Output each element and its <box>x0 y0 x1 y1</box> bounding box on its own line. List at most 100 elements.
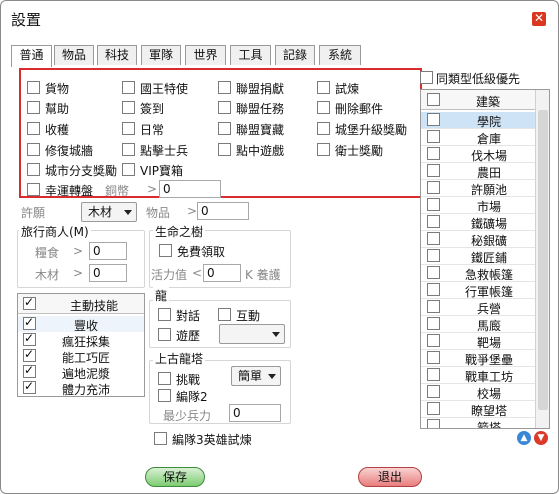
task-checkbox[interactable] <box>218 101 231 114</box>
min-power-input[interactable]: 0 <box>229 404 281 422</box>
building-row[interactable]: 倉庫 <box>421 129 535 146</box>
building-row[interactable]: 伐木場 <box>421 146 535 163</box>
close-button[interactable]: ✕ <box>532 12 546 26</box>
lucky-wheel-checkbox[interactable] <box>27 183 40 196</box>
free-claim-checkbox[interactable] <box>159 244 172 257</box>
skill-row[interactable]: 體力充沛 <box>18 379 144 397</box>
exit-button[interactable]: 退出 <box>358 467 422 487</box>
building-checkbox[interactable] <box>427 334 440 347</box>
building-row[interactable]: 鐵礦場 <box>421 214 535 231</box>
tower-team2-checkbox[interactable] <box>158 389 171 402</box>
task-checkbox[interactable] <box>317 143 330 156</box>
building-row[interactable]: 瞭望塔 <box>421 401 535 418</box>
food-amount-input[interactable]: 0 <box>89 242 127 260</box>
building-checkbox[interactable] <box>427 419 440 428</box>
building-row[interactable]: 市場 <box>421 197 535 214</box>
skill-row[interactable]: 遍地泥漿 <box>18 363 144 381</box>
building-row[interactable]: 兵營 <box>421 299 535 316</box>
dragon-talk-checkbox[interactable] <box>158 308 171 321</box>
task-checkbox[interactable] <box>317 122 330 135</box>
low-level-priority-checkbox[interactable] <box>420 71 433 84</box>
building-row[interactable]: 學院 <box>421 112 535 129</box>
building-row[interactable]: 戰爭堡壘 <box>421 350 535 367</box>
tab-army[interactable]: 軍隊 <box>141 45 181 65</box>
move-up-button[interactable]: ▲ <box>517 431 531 445</box>
dragon-travel-select[interactable] <box>219 324 285 344</box>
building-row[interactable]: 靶場 <box>421 333 535 350</box>
task-checkbox[interactable] <box>317 81 330 94</box>
task-checkbox[interactable] <box>27 122 40 135</box>
buildings-select-all-checkbox[interactable] <box>427 93 440 106</box>
wood-amount-input[interactable]: 0 <box>89 264 127 282</box>
scrollbar-thumb[interactable] <box>538 110 548 410</box>
building-checkbox[interactable] <box>427 300 440 313</box>
building-checkbox[interactable] <box>427 147 440 160</box>
skill-row[interactable]: 能工巧匠 <box>18 347 144 365</box>
wish-resource-select[interactable]: 木材 <box>81 202 137 222</box>
tab-world[interactable]: 世界 <box>185 45 226 65</box>
task-checkbox[interactable] <box>27 143 40 156</box>
tab-items[interactable]: 物品 <box>54 45 94 65</box>
building-row[interactable]: 秘銀礦 <box>421 231 535 248</box>
tab-tech[interactable]: 科技 <box>97 45 137 65</box>
task-checkbox[interactable] <box>317 101 330 114</box>
skill-checkbox[interactable] <box>23 363 36 378</box>
task-checkbox[interactable] <box>122 163 135 176</box>
task-checkbox[interactable] <box>27 81 40 94</box>
building-row[interactable]: 行軍帳篷 <box>421 282 535 299</box>
task-checkbox[interactable] <box>218 143 231 156</box>
building-row[interactable]: 農田 <box>421 163 535 180</box>
hero-trial-checkbox[interactable] <box>154 432 167 445</box>
task-checkbox[interactable] <box>27 101 40 114</box>
tower-challenge-checkbox[interactable] <box>158 372 171 385</box>
skill-row[interactable]: 瘋狂採集 <box>18 331 144 349</box>
building-checkbox[interactable] <box>427 402 440 415</box>
building-checkbox[interactable] <box>427 181 440 194</box>
skill-row[interactable]: 豐收 <box>18 315 144 333</box>
building-row[interactable]: 急救帳篷 <box>421 265 535 282</box>
tab-system[interactable]: 系統 <box>319 45 361 65</box>
building-checkbox[interactable] <box>427 232 440 245</box>
wish-amount-input[interactable]: 0 <box>197 202 249 220</box>
task-checkbox[interactable] <box>27 163 40 176</box>
save-button[interactable]: 保存 <box>145 467 205 487</box>
skill-checkbox[interactable] <box>23 379 36 394</box>
task-checkbox[interactable] <box>218 122 231 135</box>
building-checkbox[interactable] <box>427 283 440 296</box>
building-checkbox[interactable] <box>427 215 440 228</box>
dragon-travel-checkbox[interactable] <box>158 328 171 341</box>
skills-select-all-checkbox[interactable] <box>23 295 36 310</box>
building-row[interactable]: 校場 <box>421 384 535 401</box>
task-checkbox[interactable] <box>122 143 135 156</box>
buildings-scrollbar[interactable] <box>535 90 549 428</box>
building-checkbox[interactable] <box>427 266 440 279</box>
building-checkbox[interactable] <box>427 317 440 330</box>
building-checkbox[interactable] <box>427 130 440 143</box>
building-row[interactable]: 馬廄 <box>421 316 535 333</box>
building-checkbox[interactable] <box>427 368 440 381</box>
task-checkbox[interactable] <box>122 101 135 114</box>
building-row[interactable]: 鐵匠鋪 <box>421 248 535 265</box>
skill-checkbox[interactable] <box>23 347 36 362</box>
building-row[interactable]: 戰車工坊 <box>421 367 535 384</box>
building-checkbox[interactable] <box>427 113 440 126</box>
task-checkbox[interactable] <box>218 81 231 94</box>
building-checkbox[interactable] <box>427 164 440 177</box>
skill-checkbox[interactable] <box>23 315 36 330</box>
building-checkbox[interactable] <box>427 385 440 398</box>
task-checkbox[interactable] <box>122 122 135 135</box>
tower-difficulty-select[interactable]: 簡單 <box>231 366 281 386</box>
move-down-button[interactable]: ▼ <box>534 431 548 445</box>
building-row[interactable]: 許願池 <box>421 180 535 197</box>
tab-tools[interactable]: 工具 <box>230 45 271 65</box>
building-checkbox[interactable] <box>427 249 440 262</box>
task-checkbox[interactable] <box>122 81 135 94</box>
tab-log[interactable]: 記錄 <box>275 45 315 65</box>
building-checkbox[interactable] <box>427 351 440 364</box>
vitality-input[interactable]: 0 <box>203 264 241 282</box>
building-row[interactable]: 箭塔 <box>421 418 535 428</box>
copper-coin-input[interactable]: 0 <box>159 180 221 198</box>
dragon-interact-checkbox[interactable] <box>218 308 231 321</box>
building-checkbox[interactable] <box>427 198 440 211</box>
skill-checkbox[interactable] <box>23 331 36 346</box>
